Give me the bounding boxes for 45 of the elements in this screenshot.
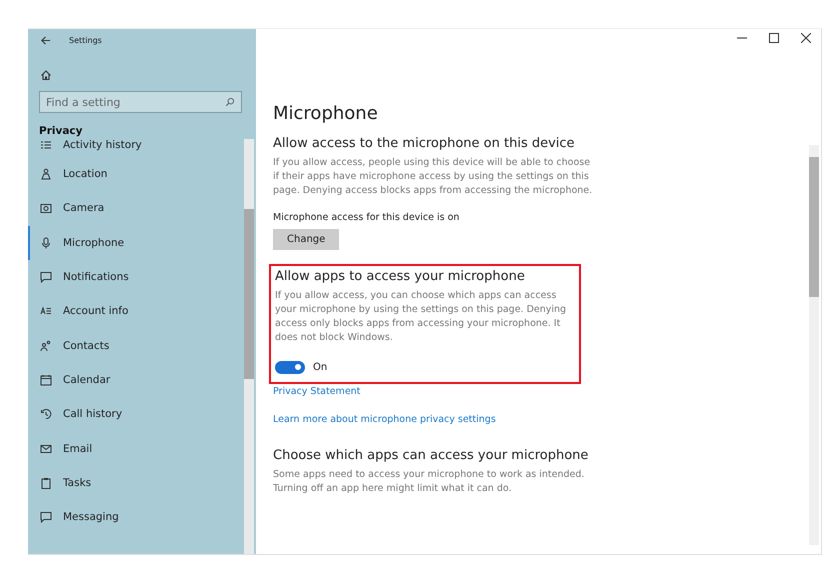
- envelope-icon: [40, 442, 52, 455]
- description-text: Some apps need to access your microphone to work as intended. Turning off an app here might limit what it can do.: [273, 468, 586, 496]
- sidebar-item[interactable]: Contacts: [28, 328, 244, 363]
- calendar-icon: [40, 374, 52, 386]
- section-heading: Privacy: [39, 125, 84, 137]
- sidebar-item[interactable]: Calendar: [28, 362, 244, 398]
- section-heading: Allow access to the microphone on this device: [273, 136, 576, 151]
- sidebar-item[interactable]: Location: [28, 157, 244, 192]
- description-text: If you allow access, you can choose which apps can access your microphone by using the settings on this page. Denying access only blocks apps from accessing your microphone. It does not block Windows.: [275, 289, 568, 345]
- people-icon: [40, 340, 52, 352]
- scrollbar[interactable]: [809, 145, 819, 545]
- page-title: Microphone: [273, 103, 379, 124]
- toggle-switch[interactable]: [275, 361, 305, 374]
- clock-icon: [40, 408, 52, 420]
- list-icon: [40, 139, 52, 151]
- speech-bubble-icon: [40, 271, 52, 284]
- privacy-link[interactable]: Privacy Statement: [273, 386, 360, 397]
- home-icon[interactable]: [40, 69, 52, 81]
- sidebar-item[interactable]: Activity history: [28, 139, 244, 157]
- search-icon: [225, 97, 235, 107]
- change-button[interactable]: Change: [273, 229, 340, 250]
- search-field[interactable]: Find a setting: [39, 91, 242, 113]
- sidebar-item[interactable]: Tasks: [28, 466, 244, 500]
- description-text: If you allow access, people using this device will be able to choose if their apps have microphone access by using the settings on this page. Denying access blocks apps from accessing the microphone.: [273, 156, 593, 198]
- window-title: Settings: [69, 36, 102, 44]
- section-heading: Choose which apps can access your microphone: [273, 448, 590, 463]
- status-text: Microphone access for this device is on: [273, 212, 460, 223]
- close-icon[interactable]: [801, 33, 811, 43]
- back-arrow-icon[interactable]: [40, 34, 51, 46]
- privacy-link[interactable]: Learn more about microphone privacy settings: [273, 414, 496, 425]
- sidebar-item[interactable]: Call history: [28, 397, 244, 432]
- toggle-label: On: [313, 362, 328, 373]
- sidebar-item[interactable]: Notifications: [28, 260, 244, 294]
- speech-bubble-icon: [40, 511, 52, 524]
- sidebar-item[interactable]: Camera: [28, 191, 244, 226]
- scrollbar[interactable]: [244, 139, 254, 554]
- section-heading: Allow apps to access your microphone: [275, 269, 526, 284]
- sidebar-item[interactable]: Account info: [28, 294, 244, 328]
- person-icon: [40, 168, 52, 180]
- sidebar-item[interactable]: Email: [28, 431, 244, 466]
- clipboard-icon: [40, 476, 52, 489]
- camera-icon: [40, 202, 52, 214]
- maximize-icon[interactable]: [769, 33, 779, 43]
- sidebar-item[interactable]: Messaging: [28, 500, 244, 534]
- microphone-icon: [40, 236, 52, 249]
